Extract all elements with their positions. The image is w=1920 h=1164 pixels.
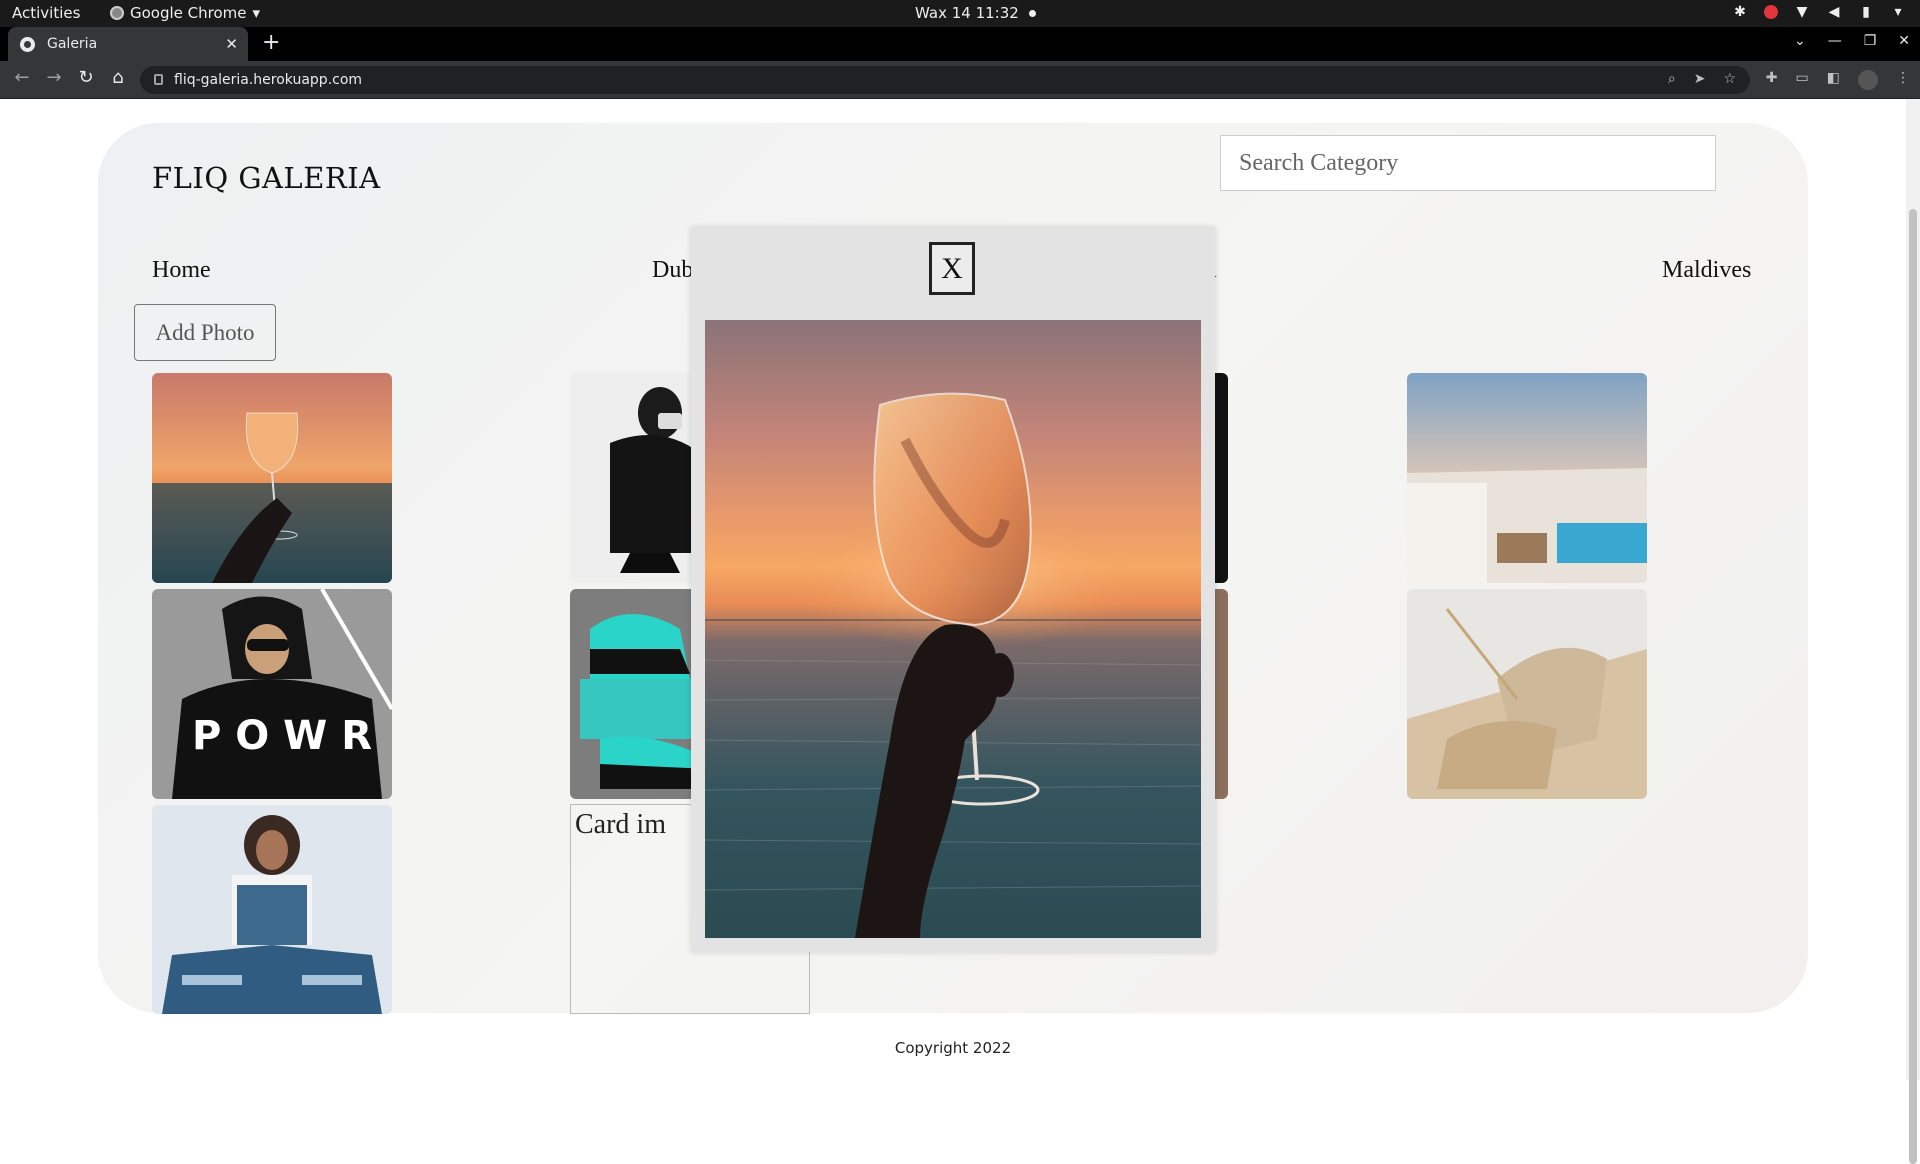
wine-sunset-image [152,373,392,583]
cast-icon[interactable]: ▭ [1796,70,1809,90]
address-bar[interactable]: fliq-galeria.herokuapp.com ⌕ ➤ ☆ [140,66,1750,94]
wine-sunset-large-image [705,320,1201,938]
add-photo-button[interactable]: Add Photo [134,304,276,361]
wifi-icon: ▼ [1796,4,1808,20]
url-text: fliq-galeria.herokuapp.com [174,72,363,88]
forward-icon[interactable]: → [42,67,66,88]
notification-dot-icon [1028,9,1036,17]
tab-title: Galeria [47,36,98,52]
modal-close-button[interactable]: X [929,242,975,295]
clock[interactable]: Wax 14 11:32 [915,4,1036,22]
system-top-bar: Activities Google Chrome ▾ Wax 14 11:32 … [0,0,1920,27]
zoom-icon[interactable]: ⌕ [1668,71,1676,87]
chevron-down-icon: ▾ [252,4,261,22]
tab-strip: Galeria ✕ + ⌄ — ❐ ✕ [0,27,1920,61]
home-icon[interactable]: ⌂ [106,67,130,88]
gallery-thumb-beige-sneakers[interactable] [1407,589,1647,799]
nav-dubai[interactable]: Dub [652,257,693,284]
chrome-icon [110,6,124,20]
chevron-down-icon: ▾ [1894,4,1902,20]
send-icon[interactable]: ➤ [1694,71,1706,87]
app-menu-label: Google Chrome [130,4,247,22]
more-menu-icon[interactable]: ⋮ [1896,70,1910,90]
new-tab-button[interactable]: + [262,31,280,55]
beige-sneakers-image [1407,589,1647,799]
system-tray[interactable]: ✱ ▼ ◀ ▮ ▾ [1732,4,1906,20]
gallery-thumb-denim-outfit[interactable] [152,805,392,1014]
activities-button[interactable]: Activities [12,4,80,22]
battery-icon: ▮ [1862,4,1870,20]
globe-icon [20,36,35,52]
gallery-thumb-powr-hoodie[interactable]: P O W R [152,589,392,799]
minimize-icon[interactable]: — [1828,33,1842,49]
tab-search-icon[interactable]: ⌄ [1794,33,1806,49]
lock-icon[interactable] [154,74,163,85]
maximize-icon[interactable]: ❐ [1864,33,1877,49]
nav-maldives[interactable]: Maldives [1662,257,1751,284]
denim-outfit-image [152,805,392,1014]
resort-pool-image [1407,373,1647,583]
footer-copyright: Copyright 2022 [894,1039,1012,1057]
back-icon[interactable]: ← [10,67,34,88]
reload-icon[interactable]: ↻ [74,67,98,88]
modal-image [705,320,1201,938]
search-category-input[interactable] [1220,135,1716,191]
do-not-disturb-icon [1764,5,1778,19]
gallery-thumb-resort-pool[interactable] [1407,373,1647,583]
broken-image-alt: Card im [575,809,666,840]
powr-hoodie-image: P O W R [152,589,392,799]
bookmark-star-icon[interactable]: ☆ [1723,71,1736,87]
gallery-thumb-wine-sunset[interactable] [152,373,392,583]
close-window-icon[interactable]: ✕ [1898,33,1910,49]
clock-text: Wax 14 11:32 [915,4,1019,22]
side-panel-icon[interactable]: ◧ [1827,70,1840,90]
image-preview-modal: X [691,227,1215,952]
close-icon[interactable]: ✕ [225,35,238,53]
volume-icon: ◀ [1828,4,1840,20]
app-menu[interactable]: Google Chrome ▾ [110,4,260,22]
omnibox-actions: ⌕ ➤ ☆ [1668,71,1736,87]
extension-area: ✚ ▭ ◧ ⋮ [1766,70,1910,90]
svg-text:P O W R: P O W R [192,713,372,759]
scrollbar-thumb[interactable] [1909,209,1917,1164]
slack-icon: ✱ [1734,4,1746,20]
site-brand[interactable]: FLIQ GALERIA [152,161,381,195]
tab-galeria[interactable]: Galeria ✕ [8,27,248,61]
browser-toolbar: ← → ↻ ⌂ fliq-galeria.herokuapp.com ⌕ ➤ ☆… [0,61,1920,99]
profile-avatar[interactable] [1858,70,1878,90]
window-controls: ⌄ — ❐ ✕ [1794,33,1910,49]
nav-home[interactable]: Home [152,257,211,284]
extensions-icon[interactable]: ✚ [1766,70,1778,90]
page-viewport: FLIQ GALERIA Home Dub a Maldives Add Pho… [0,99,1906,1080]
page-scrollbar[interactable] [1906,99,1920,1164]
